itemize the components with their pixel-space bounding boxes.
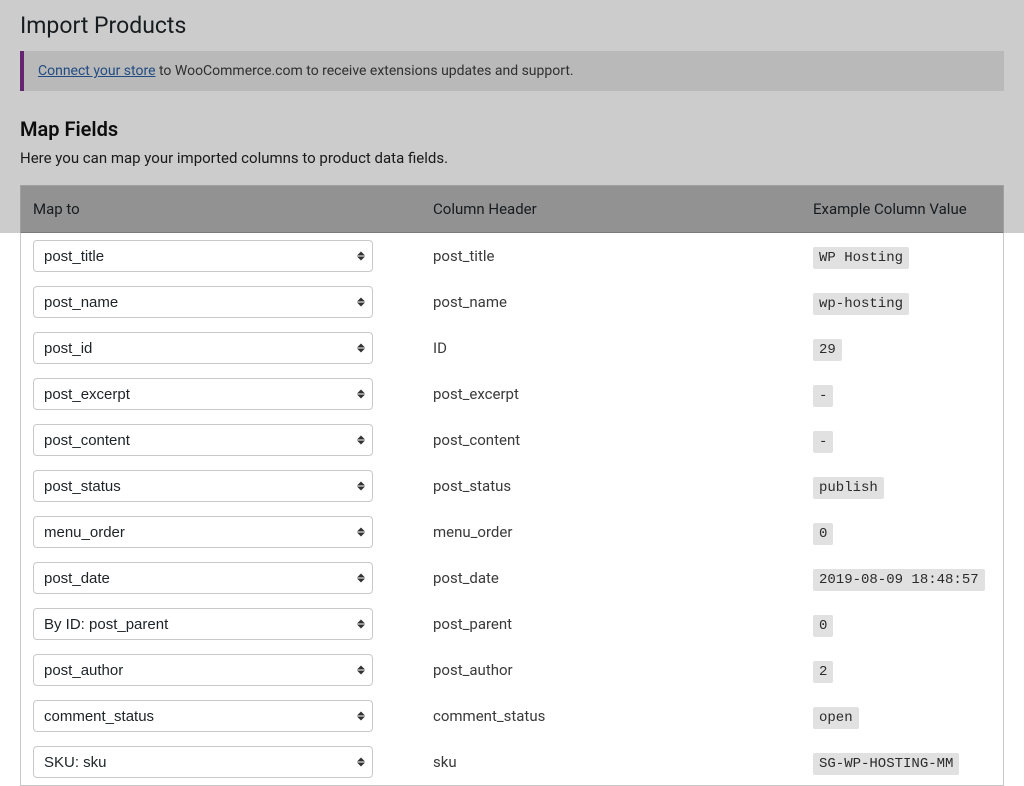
example-value: open — [813, 707, 859, 729]
connect-store-link[interactable]: Connect your store — [38, 63, 156, 79]
table-row: post_title post_title WP Hosting — [21, 233, 1003, 279]
column-header-value: post_excerpt — [421, 371, 801, 417]
column-header-value: ID — [421, 325, 801, 371]
map-to-select[interactable]: SKU: sku — [33, 746, 373, 778]
column-header-value: post_name — [421, 279, 801, 325]
th-map-to: Map to — [21, 186, 421, 233]
map-to-select[interactable]: post_status — [33, 470, 373, 502]
map-to-select[interactable]: comment_status — [33, 700, 373, 732]
example-value: WP Hosting — [813, 247, 909, 269]
table-row: menu_order menu_order 0 — [21, 509, 1003, 555]
page-title: Import Products — [0, 0, 1024, 51]
th-column-header: Column Header — [421, 186, 801, 233]
connect-store-notice: Connect your store to WooCommerce.com to… — [20, 51, 1004, 91]
map-to-select[interactable]: post_content — [33, 424, 373, 456]
table-row: post_id ID 29 — [21, 325, 1003, 371]
map-to-select[interactable]: post_title — [33, 240, 373, 272]
map-fields-table: Map to Column Header Example Column Valu… — [21, 186, 1003, 233]
map-to-select[interactable]: By ID: post_parent — [33, 608, 373, 640]
table-row: SKU: sku sku SG-WP-HOSTING-MM — [21, 739, 1003, 785]
example-value: 0 — [813, 523, 833, 545]
section-description: Here you can map your imported columns t… — [0, 149, 1024, 185]
column-header-value: post_parent — [421, 601, 801, 647]
column-header-value: post_status — [421, 463, 801, 509]
map-to-select[interactable]: post_id — [33, 332, 373, 364]
map-to-select[interactable]: post_name — [33, 286, 373, 318]
table-row: By ID: post_parent post_parent 0 — [21, 601, 1003, 647]
table-row: comment_status comment_status open — [21, 693, 1003, 739]
column-header-value: post_date — [421, 555, 801, 601]
example-value: - — [813, 431, 833, 453]
example-value: - — [813, 385, 833, 407]
example-value: 2019-08-09 18:48:57 — [813, 569, 985, 591]
table-row: post_contentpost_content- — [21, 417, 1003, 463]
column-header-value: post_content — [421, 417, 801, 463]
example-value: wp-hosting — [813, 293, 909, 315]
column-header-value: menu_order — [421, 509, 801, 555]
example-value: SG-WP-HOSTING-MM — [813, 753, 959, 775]
example-value: 0 — [813, 615, 833, 637]
map-to-select[interactable]: menu_order — [33, 516, 373, 548]
example-value: 29 — [813, 339, 842, 361]
table-row: post_author post_author 2 — [21, 647, 1003, 693]
table-row: post_excerptpost_excerpt- — [21, 371, 1003, 417]
th-example: Example Column Value — [801, 186, 1003, 233]
column-header-value: comment_status — [421, 693, 801, 739]
section-title: Map Fields — [0, 107, 1024, 149]
map-to-select[interactable]: post_author — [33, 654, 373, 686]
example-value: publish — [813, 477, 884, 499]
map-to-select[interactable]: post_excerpt — [33, 378, 373, 410]
notice-text: to WooCommerce.com to receive extensions… — [156, 63, 574, 79]
table-row: post_status post_status publish — [21, 463, 1003, 509]
map-to-select[interactable]: post_date — [33, 562, 373, 594]
column-header-value: post_title — [421, 233, 801, 279]
column-header-value: post_author — [421, 647, 801, 693]
column-header-value: sku — [421, 739, 801, 785]
example-value: 2 — [813, 661, 833, 683]
table-row: post_date post_date 2019-08-09 18:48:57 — [21, 555, 1003, 601]
table-row: post_name post_name wp-hosting — [21, 279, 1003, 325]
